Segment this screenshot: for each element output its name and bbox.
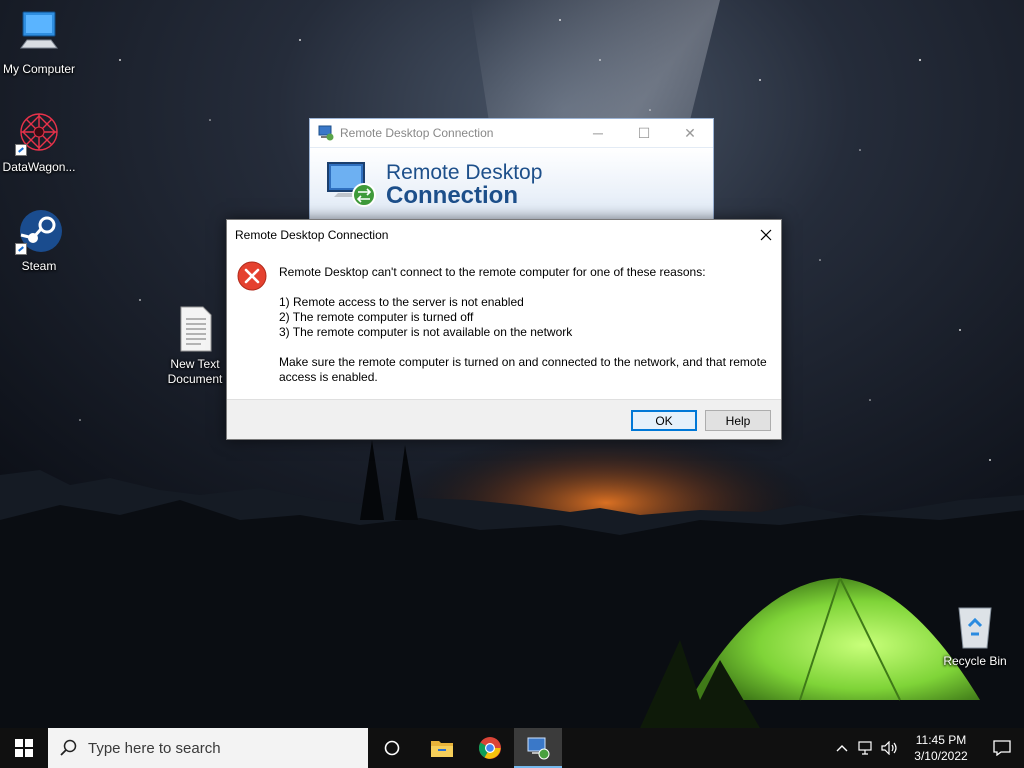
recycle-bin-icon <box>951 602 999 650</box>
rdc-banner: Remote Desktop Connection <box>310 147 713 219</box>
close-button[interactable]: ✕ <box>667 119 713 147</box>
shortcut-arrow-icon <box>15 144 27 156</box>
notification-button[interactable] <box>980 728 1024 768</box>
banner-title-line1: Remote Desktop <box>386 160 543 184</box>
dialog-title: Remote Desktop Connection <box>235 228 389 242</box>
desktop-icon-label: DataWagon... <box>2 160 76 174</box>
datawagon-icon <box>15 108 63 156</box>
system-tray: 11:45 PM 3/10/2022 <box>830 728 1024 768</box>
file-explorer-icon <box>431 741 453 757</box>
error-dialog[interactable]: Remote Desktop Connection Remote Desktop… <box>226 219 782 440</box>
desktop-icon-my-computer[interactable]: My Computer <box>0 10 81 77</box>
taskbar: Type here to search 11:45 PM 3/10/2022 <box>0 728 1024 768</box>
error-icon <box>237 261 267 291</box>
remote-desktop-window[interactable]: Remote Desktop Connection ─ ☐ ✕ Remote D… <box>309 118 714 220</box>
task-view-icon <box>384 740 400 756</box>
computer-icon <box>15 10 63 58</box>
reason-item: 2) The remote computer is turned off <box>279 310 474 324</box>
search-placeholder: Type here to search <box>88 739 221 757</box>
taskbar-file-explorer[interactable] <box>418 728 466 768</box>
windows-logo-icon <box>15 739 33 757</box>
task-view-button[interactable] <box>368 728 416 768</box>
reason-item: 1) Remote access to the server is not en… <box>279 295 524 309</box>
desktop-icon-label: Steam <box>21 259 57 273</box>
remote-desktop-icon <box>318 125 334 141</box>
remote-desktop-icon <box>324 159 380 211</box>
dialog-footer: OK Help <box>227 399 781 439</box>
chrome-icon <box>478 737 501 759</box>
window-title: Remote Desktop Connection <box>340 126 494 140</box>
network-icon[interactable] <box>854 728 878 768</box>
taskbar-remote-desktop[interactable] <box>514 728 562 768</box>
desktop-icon-new-text-document[interactable]: New Text Document <box>153 305 237 387</box>
reason-item: 3) The remote computer is not available … <box>279 325 573 339</box>
steam-icon <box>15 207 63 255</box>
shortcut-arrow-icon <box>15 243 27 255</box>
help-button[interactable]: Help <box>705 410 771 431</box>
close-icon <box>760 229 772 241</box>
dialog-message: Remote Desktop can't connect to the remo… <box>279 265 775 385</box>
ok-button[interactable]: OK <box>631 410 697 431</box>
desktop-icon-recycle-bin[interactable]: Recycle Bin <box>933 602 1017 669</box>
desktop-icon-datawagon[interactable]: DataWagon... <box>0 108 81 175</box>
clock-time: 11:45 PM <box>915 733 967 747</box>
volume-icon[interactable] <box>878 728 902 768</box>
text-document-icon <box>171 305 219 353</box>
search-icon <box>60 739 77 756</box>
taskbar-chrome[interactable] <box>466 728 514 768</box>
dialog-body: Remote Desktop can't connect to the remo… <box>227 250 781 400</box>
banner-title-line2: Connection <box>386 181 518 209</box>
start-button[interactable] <box>0 728 48 768</box>
minimize-button[interactable]: ─ <box>575 119 621 147</box>
desktop-icon-label: My Computer <box>2 62 76 76</box>
message-intro: Remote Desktop can't connect to the remo… <box>279 265 706 279</box>
notification-icon <box>993 740 1011 756</box>
desktop-icon-label: Recycle Bin <box>943 654 1007 668</box>
chevron-up-icon[interactable] <box>830 728 854 768</box>
clock[interactable]: 11:45 PM 3/10/2022 <box>902 732 980 764</box>
desktop-icon-steam[interactable]: Steam <box>0 207 81 274</box>
maximize-button[interactable]: ☐ <box>621 119 667 147</box>
close-button[interactable] <box>751 221 781 249</box>
window-titlebar[interactable]: Remote Desktop Connection ─ ☐ ✕ <box>310 119 713 147</box>
desktop-icon-label-line1: New Text <box>170 357 220 371</box>
clock-date: 3/10/2022 <box>914 749 968 763</box>
dialog-titlebar[interactable]: Remote Desktop Connection <box>227 220 781 250</box>
message-advice: Make sure the remote computer is turned … <box>279 355 767 384</box>
desktop-icon-label-line2: Document <box>167 372 223 386</box>
search-input[interactable]: Type here to search <box>48 728 368 768</box>
remote-desktop-icon <box>527 737 550 760</box>
